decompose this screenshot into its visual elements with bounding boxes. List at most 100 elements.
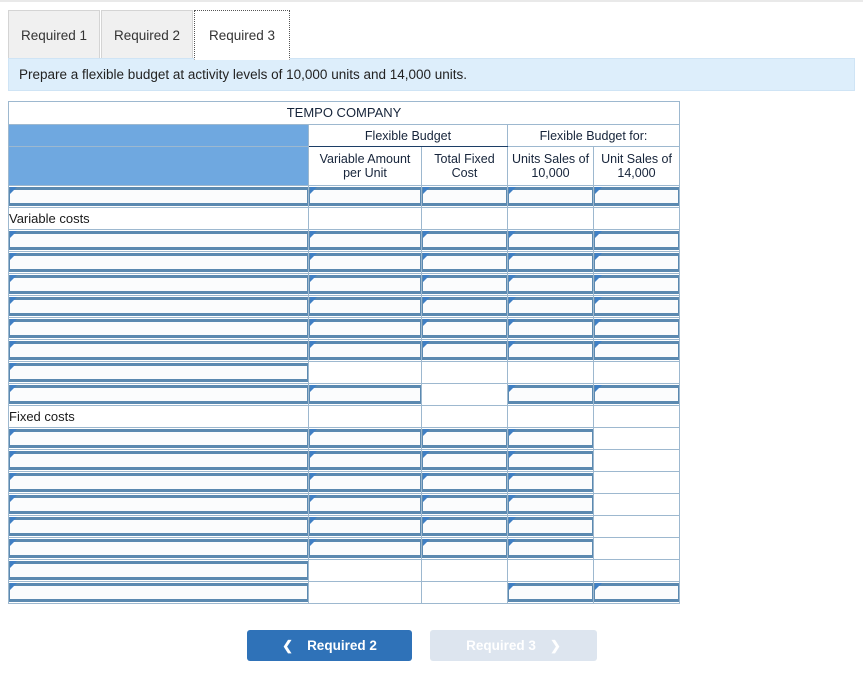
row-label-input[interactable] <box>9 495 308 514</box>
cell-input-units-sales-of-10000[interactable] <box>508 253 593 272</box>
cell-units-sales-of-10000[interactable] <box>507 273 594 296</box>
cell-input-total-fixed-cost[interactable] <box>422 231 507 250</box>
cell-unit-sales-of-14000[interactable] <box>592 251 681 274</box>
cell-input-variable-amount-per-unit[interactable] <box>309 275 421 294</box>
cell-input-total-fixed-cost[interactable] <box>422 187 507 206</box>
cell-input-variable-amount-per-unit[interactable] <box>309 539 421 558</box>
cell-total-fixed-cost[interactable] <box>421 537 508 560</box>
row-label-input[interactable] <box>9 275 308 294</box>
row-label-input[interactable] <box>9 297 308 316</box>
row-label-input[interactable] <box>9 253 308 272</box>
row-label-input[interactable] <box>9 517 308 536</box>
cell-input-variable-amount-per-unit[interactable] <box>309 187 421 206</box>
cell-input-unit-sales-of-14000[interactable] <box>594 297 680 316</box>
cell-input-total-fixed-cost[interactable] <box>422 451 507 470</box>
cell-input-units-sales-of-10000[interactable] <box>508 583 593 602</box>
cell-units-sales-of-10000[interactable] <box>507 295 594 318</box>
cell-units-sales-of-10000[interactable] <box>507 317 594 340</box>
cell-variable-amount-per-unit[interactable] <box>308 295 422 318</box>
cell-total-fixed-cost[interactable] <box>421 515 508 538</box>
cell-unit-sales-of-14000[interactable] <box>592 185 681 208</box>
cell-units-sales-of-10000[interactable] <box>507 493 594 516</box>
row-label-input-cell[interactable] <box>8 361 309 384</box>
row-label-input[interactable] <box>9 363 308 382</box>
cell-input-variable-amount-per-unit[interactable] <box>309 319 421 338</box>
cell-input-units-sales-of-10000[interactable] <box>508 429 593 448</box>
cell-variable-amount-per-unit[interactable] <box>308 273 422 296</box>
cell-unit-sales-of-14000[interactable] <box>592 581 681 604</box>
cell-input-variable-amount-per-unit[interactable] <box>309 341 421 360</box>
cell-input-unit-sales-of-14000[interactable] <box>594 275 680 294</box>
cell-total-fixed-cost[interactable] <box>421 493 508 516</box>
tab-required-3[interactable]: Required 3 <box>194 10 290 60</box>
cell-units-sales-of-10000[interactable] <box>507 515 594 538</box>
cell-input-variable-amount-per-unit[interactable] <box>309 297 421 316</box>
cell-input-total-fixed-cost[interactable] <box>422 539 507 558</box>
row-label-input-cell[interactable] <box>8 229 309 252</box>
row-label-input-cell[interactable] <box>8 515 309 538</box>
cell-variable-amount-per-unit[interactable] <box>308 229 422 252</box>
row-label-input[interactable] <box>9 187 308 206</box>
cell-input-variable-amount-per-unit[interactable] <box>309 473 421 492</box>
row-label-input-cell[interactable] <box>8 339 309 362</box>
row-label-input[interactable] <box>9 561 308 580</box>
cell-units-sales-of-10000[interactable] <box>507 185 594 208</box>
cell-unit-sales-of-14000[interactable] <box>592 383 681 406</box>
tab-required-1[interactable]: Required 1 <box>8 10 100 60</box>
cell-variable-amount-per-unit[interactable] <box>308 449 422 472</box>
cell-input-total-fixed-cost[interactable] <box>422 495 507 514</box>
cell-units-sales-of-10000[interactable] <box>507 427 594 450</box>
row-label-input-cell[interactable] <box>8 537 309 560</box>
cell-input-units-sales-of-10000[interactable] <box>508 495 593 514</box>
cell-variable-amount-per-unit[interactable] <box>308 537 422 560</box>
cell-total-fixed-cost[interactable] <box>421 449 508 472</box>
cell-total-fixed-cost[interactable] <box>421 251 508 274</box>
cell-input-units-sales-of-10000[interactable] <box>508 275 593 294</box>
cell-input-units-sales-of-10000[interactable] <box>508 187 593 206</box>
row-label-input-cell[interactable] <box>8 427 309 450</box>
cell-total-fixed-cost[interactable] <box>421 317 508 340</box>
cell-unit-sales-of-14000[interactable] <box>592 273 681 296</box>
cell-input-unit-sales-of-14000[interactable] <box>594 385 680 404</box>
cell-input-unit-sales-of-14000[interactable] <box>594 231 680 250</box>
cell-units-sales-of-10000[interactable] <box>507 537 594 560</box>
cell-variable-amount-per-unit[interactable] <box>308 471 422 494</box>
row-label-input-cell[interactable] <box>8 273 309 296</box>
cell-input-units-sales-of-10000[interactable] <box>508 231 593 250</box>
cell-units-sales-of-10000[interactable] <box>507 251 594 274</box>
cell-variable-amount-per-unit[interactable] <box>308 427 422 450</box>
cell-input-units-sales-of-10000[interactable] <box>508 539 593 558</box>
cell-input-total-fixed-cost[interactable] <box>422 253 507 272</box>
row-label-input[interactable] <box>9 429 308 448</box>
cell-input-variable-amount-per-unit[interactable] <box>309 231 421 250</box>
row-label-input-cell[interactable] <box>8 295 309 318</box>
cell-input-total-fixed-cost[interactable] <box>422 473 507 492</box>
cell-total-fixed-cost[interactable] <box>421 295 508 318</box>
cell-total-fixed-cost[interactable] <box>421 273 508 296</box>
row-label-input[interactable] <box>9 451 308 470</box>
cell-input-total-fixed-cost[interactable] <box>422 319 507 338</box>
cell-input-variable-amount-per-unit[interactable] <box>309 253 421 272</box>
cell-unit-sales-of-14000[interactable] <box>592 339 681 362</box>
cell-input-total-fixed-cost[interactable] <box>422 517 507 536</box>
prev-required-2-button[interactable]: ❮ Required 2 <box>247 630 412 661</box>
cell-variable-amount-per-unit[interactable] <box>308 317 422 340</box>
cell-input-units-sales-of-10000[interactable] <box>508 517 593 536</box>
cell-variable-amount-per-unit[interactable] <box>308 515 422 538</box>
cell-unit-sales-of-14000[interactable] <box>592 229 681 252</box>
cell-variable-amount-per-unit[interactable] <box>308 185 422 208</box>
row-label-input-cell[interactable] <box>8 185 309 208</box>
cell-input-variable-amount-per-unit[interactable] <box>309 495 421 514</box>
cell-input-unit-sales-of-14000[interactable] <box>594 583 680 602</box>
cell-total-fixed-cost[interactable] <box>421 471 508 494</box>
row-label-input-cell[interactable] <box>8 251 309 274</box>
cell-total-fixed-cost[interactable] <box>421 427 508 450</box>
cell-input-unit-sales-of-14000[interactable] <box>594 341 680 360</box>
cell-input-variable-amount-per-unit[interactable] <box>309 429 421 448</box>
row-label-input[interactable] <box>9 583 308 602</box>
cell-input-total-fixed-cost[interactable] <box>422 429 507 448</box>
cell-input-total-fixed-cost[interactable] <box>422 341 507 360</box>
cell-input-units-sales-of-10000[interactable] <box>508 319 593 338</box>
cell-variable-amount-per-unit[interactable] <box>308 339 422 362</box>
cell-input-units-sales-of-10000[interactable] <box>508 297 593 316</box>
